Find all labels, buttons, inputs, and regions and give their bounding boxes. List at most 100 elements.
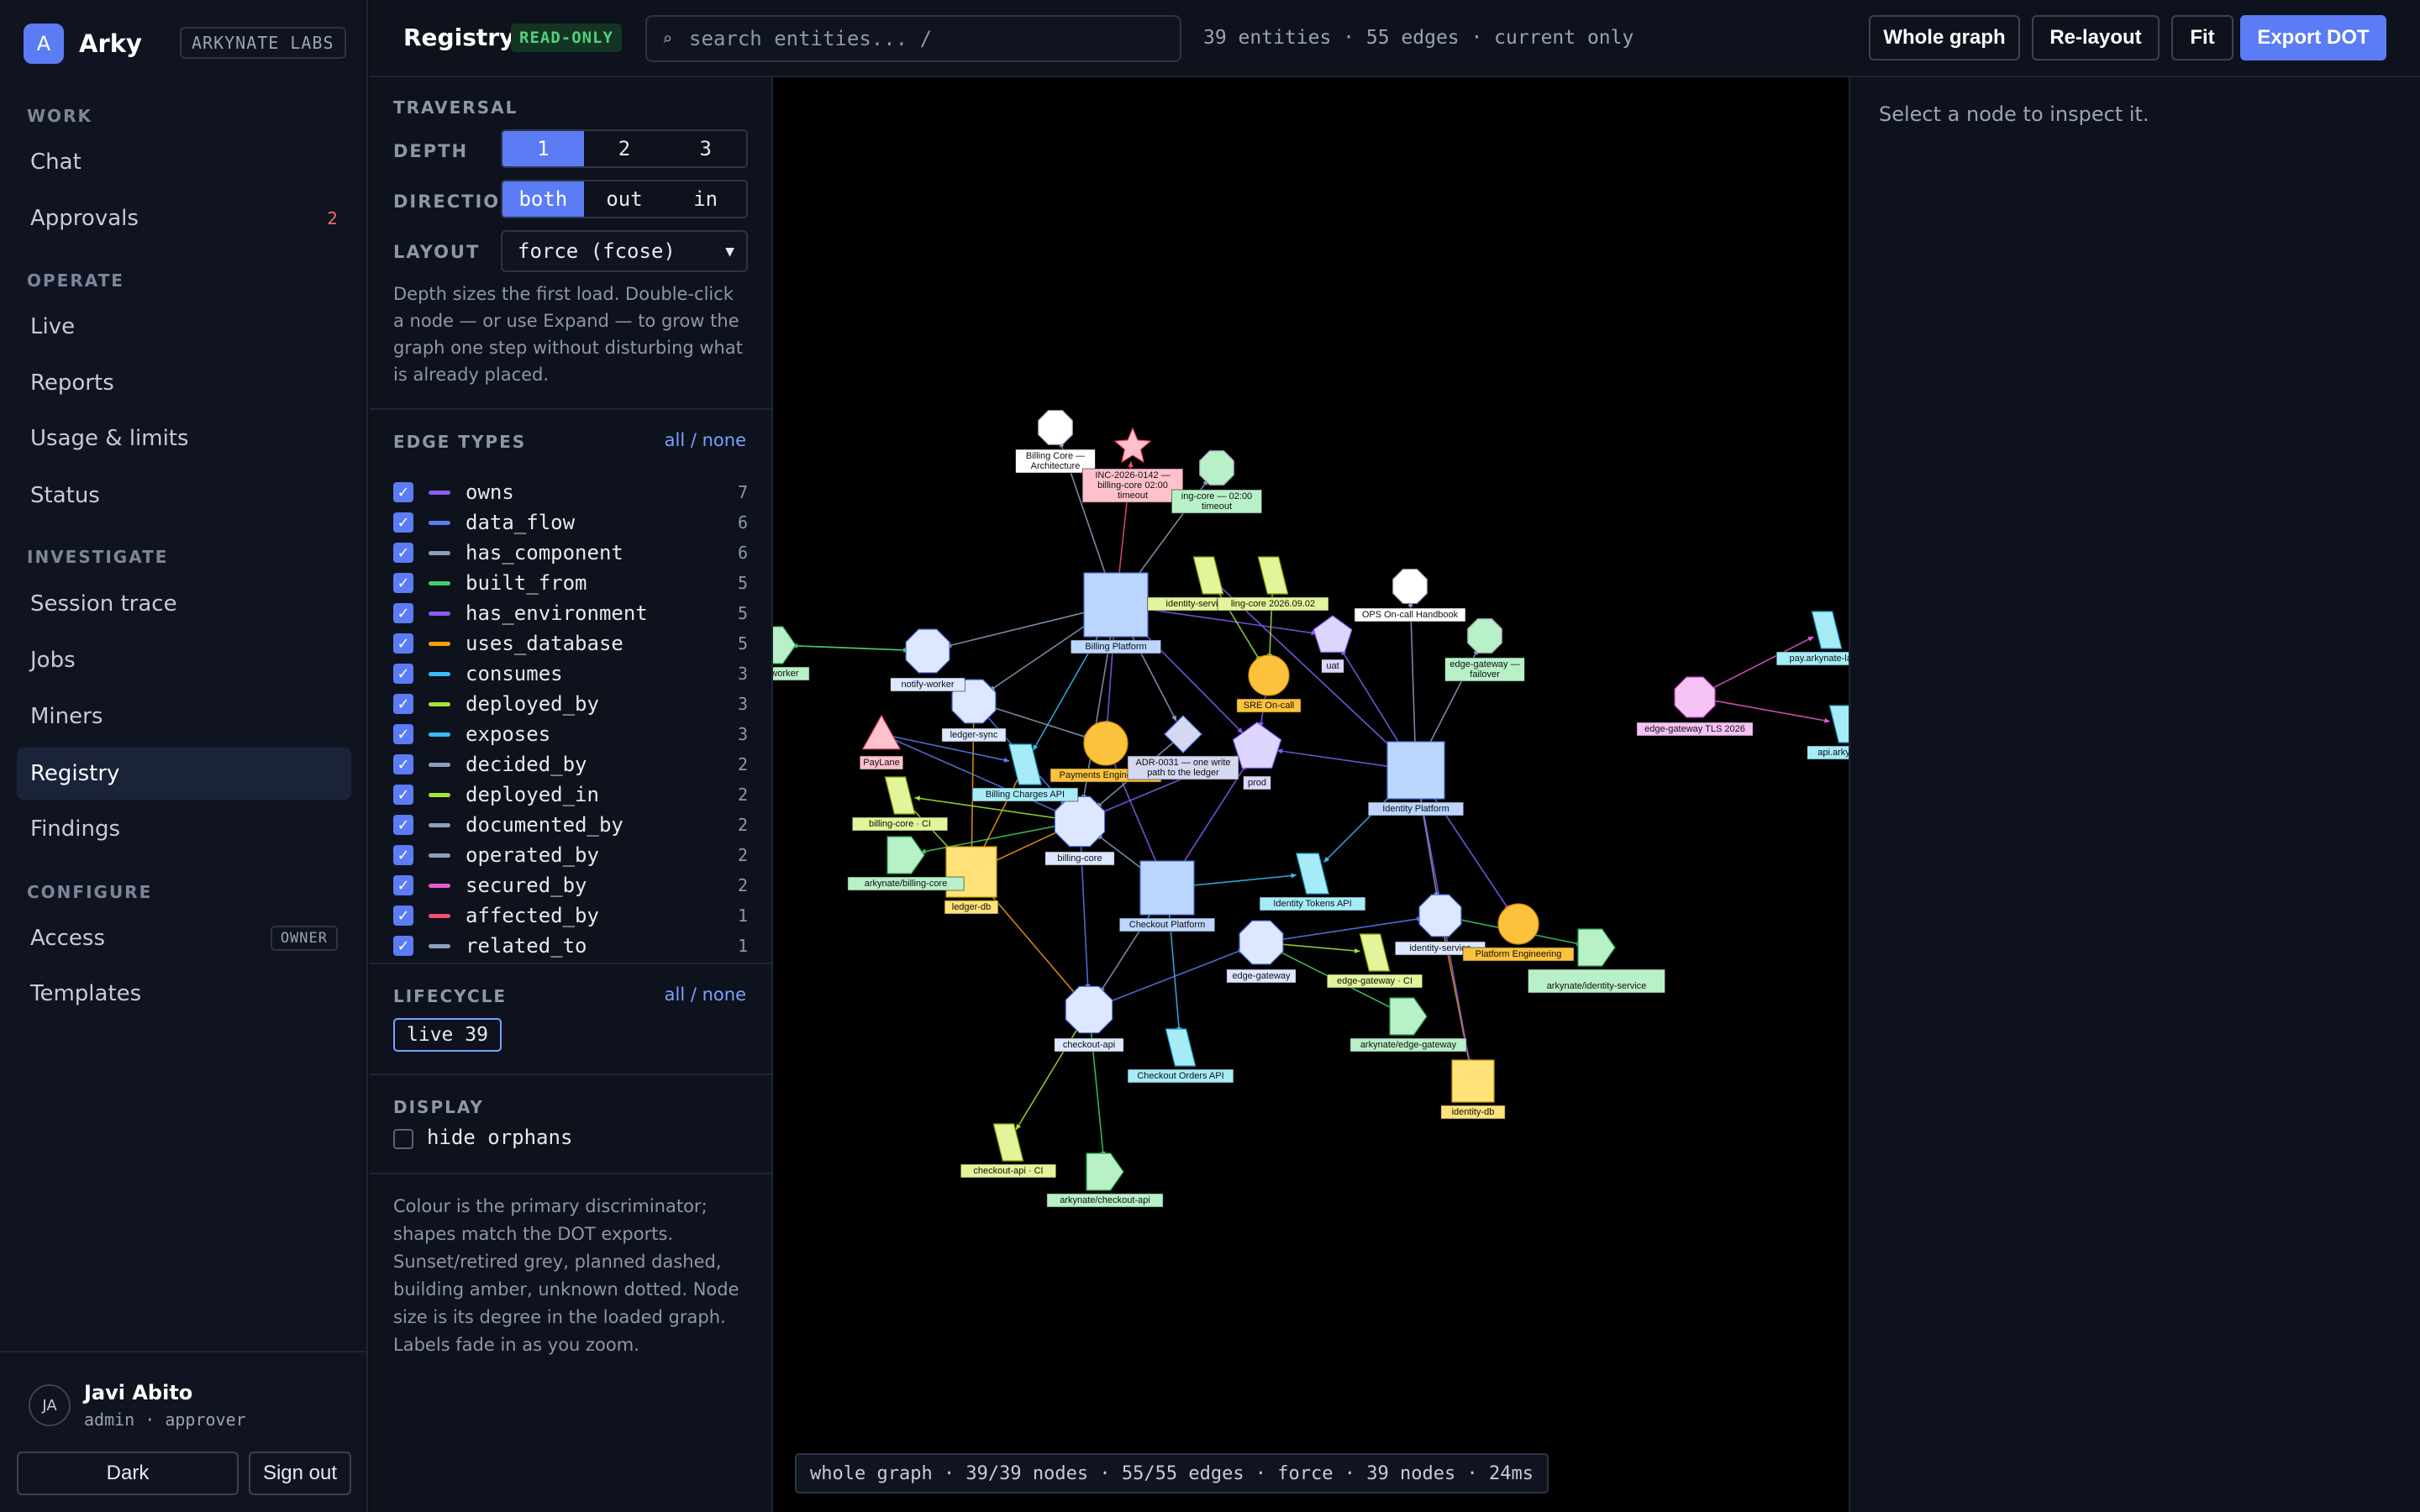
graph-node-repo-notify-worker[interactable] (773, 626, 797, 664)
edge-type-checkbox[interactable]: ✓ (393, 543, 413, 563)
nav-item-chat[interactable]: Chat (17, 136, 351, 188)
edge-type-checkbox[interactable]: ✓ (393, 845, 413, 865)
graph-node-api-host[interactable] (1828, 705, 1849, 743)
edge-type-consumes[interactable]: ✓ consumes 3 (393, 659, 748, 689)
edge-type-has-environment[interactable]: ✓ has_environment 5 (393, 598, 748, 628)
edge-type-checkbox[interactable]: ✓ (393, 906, 413, 926)
graph-node-checkout-platform[interactable] (1139, 860, 1195, 916)
edge-type-uses-database[interactable]: ✓ uses_database 5 (393, 628, 748, 659)
org-badge[interactable]: ARKYNATE LABS (180, 27, 346, 59)
layout-select[interactable]: force (fcose) ▼ (501, 230, 748, 272)
graph-node-checkout-orders-api[interactable] (1165, 1028, 1197, 1067)
graph-node-doc-billing-arch[interactable] (1038, 410, 1073, 445)
graph-node-tls-cert[interactable] (1674, 676, 1716, 718)
graph-node-billing-core[interactable] (1054, 795, 1106, 848)
search-input[interactable]: ⌕ search entities... / (645, 15, 1181, 62)
edge-type-checkbox[interactable]: ✓ (393, 875, 413, 895)
nav-item-findings[interactable]: Findings (17, 803, 351, 855)
edge-types-all-none-link[interactable]: all / none (665, 430, 746, 450)
avatar[interactable]: JA (29, 1384, 71, 1426)
edge-type-checkbox[interactable]: ✓ (393, 936, 413, 956)
nav-item-templates[interactable]: Templates (17, 968, 351, 1020)
edge-type-checkbox[interactable]: ✓ (393, 633, 413, 654)
direction-option-both[interactable]: both (502, 181, 584, 217)
direction-option-in[interactable]: in (665, 181, 746, 217)
direction-option-out[interactable]: out (584, 181, 666, 217)
edge-type-deployed-by[interactable]: ✓ deployed_by 3 (393, 689, 748, 719)
relayout-button[interactable]: Re-layout (2032, 15, 2160, 60)
depth-option-3[interactable]: 3 (665, 131, 746, 166)
graph-node-identity-service[interactable] (1418, 894, 1462, 937)
edge-type-decided-by[interactable]: ✓ decided_by 2 (393, 749, 748, 780)
nav-item-approvals[interactable]: Approvals 2 (17, 192, 351, 244)
graph-node-runbook-billing[interactable] (1199, 450, 1234, 486)
edge-type-secured-by[interactable]: ✓ secured_by 2 (393, 870, 748, 900)
graph-node-identity-db[interactable] (1451, 1059, 1495, 1103)
nav-item-session-trace[interactable]: Session trace (17, 578, 351, 630)
edge-type-checkbox[interactable]: ✓ (393, 603, 413, 623)
nav-item-jobs[interactable]: Jobs (17, 634, 351, 686)
graph-svg[interactable]: Billing Platform Identity Platform Checkou… (773, 77, 1849, 1512)
edge-type-owns[interactable]: ✓ owns 7 (393, 477, 748, 507)
graph-node-checkout-api[interactable] (1065, 985, 1113, 1034)
edge-type-checkbox[interactable]: ✓ (393, 694, 413, 714)
graph-node-runbook-edge[interactable] (1467, 618, 1502, 654)
edge-type-checkbox[interactable]: ✓ (393, 482, 413, 502)
graph-node-identity-tokens-api[interactable] (1296, 853, 1329, 895)
graph-node-edge-gateway[interactable] (1239, 920, 1284, 965)
graph-node-adr-0031[interactable] (1164, 715, 1202, 753)
graph-node-billing-core-ci[interactable] (884, 776, 916, 815)
edge-type-checkbox[interactable]: ✓ (393, 815, 413, 835)
graph-node-sre-oncall[interactable] (1248, 654, 1290, 696)
graph-node-repo-identity-service[interactable] (1577, 928, 1616, 967)
nav-item-reports[interactable]: Reports (17, 357, 351, 409)
graph-node-pay-host[interactable] (1811, 611, 1843, 649)
edge-type-exposes[interactable]: ✓ exposes 3 (393, 719, 748, 749)
nav-item-status[interactable]: Status (17, 470, 351, 522)
nav-item-access[interactable]: Access OWNER (17, 912, 351, 964)
depth-option-1[interactable]: 1 (502, 131, 584, 166)
edge-type-has-component[interactable]: ✓ has_component 6 (393, 538, 748, 568)
hide-orphans-label[interactable]: hide orphans (427, 1126, 572, 1149)
edge-type-operated-by[interactable]: ✓ operated_by 2 (393, 840, 748, 870)
export-dot-button[interactable]: Export DOT (2240, 15, 2386, 60)
graph-node-repo-checkout-api[interactable] (1086, 1152, 1124, 1191)
fit-button[interactable]: Fit (2171, 15, 2233, 60)
graph-node-billing-platform[interactable] (1083, 572, 1149, 638)
graph-node-checkout-api-ci[interactable] (992, 1123, 1024, 1162)
nav-item-registry[interactable]: Registry (17, 748, 351, 800)
graph-node-doc-ops-oncall[interactable] (1392, 569, 1428, 604)
edge-type-data-flow[interactable]: ✓ data_flow 6 (393, 507, 748, 538)
theme-toggle-button[interactable]: Dark (17, 1452, 239, 1495)
graph-node-identity-platform[interactable] (1386, 741, 1445, 800)
graph-node-release-billing[interactable] (1257, 556, 1289, 595)
edge-type-documented-by[interactable]: ✓ documented_by 2 (393, 810, 748, 840)
edge-type-checkbox[interactable]: ✓ (393, 754, 413, 774)
depth-option-2[interactable]: 2 (584, 131, 666, 166)
graph-node-billing-charges-api[interactable] (1008, 743, 1042, 785)
edge-type-built-from[interactable]: ✓ built_from 5 (393, 568, 748, 598)
graph-node-paylane[interactable] (861, 714, 902, 750)
edge-type-related-to[interactable]: ✓ related_to 1 (393, 931, 748, 961)
nav-item-live[interactable]: Live (17, 301, 351, 353)
graph-node-repo-edge-gateway[interactable] (1389, 997, 1428, 1036)
lifecycle-chip-live[interactable]: live 39 (393, 1018, 502, 1052)
edge-type-checkbox[interactable]: ✓ (393, 512, 413, 533)
edge-type-checkbox[interactable]: ✓ (393, 573, 413, 593)
graph-node-payments-eng[interactable] (1083, 721, 1128, 766)
graph-node-repo-billing-core[interactable] (886, 836, 925, 874)
nav-item-usage-limits[interactable]: Usage & limits (17, 412, 351, 465)
edge-type-deployed-in[interactable]: ✓ deployed_in 2 (393, 780, 748, 810)
lifecycle-all-none-link[interactable]: all / none (665, 984, 746, 1005)
edge-type-checkbox[interactable]: ✓ (393, 785, 413, 805)
sign-out-button[interactable]: Sign out (249, 1452, 351, 1495)
hide-orphans-checkbox[interactable] (393, 1129, 413, 1149)
brand[interactable]: A Arky (24, 24, 142, 64)
edge-type-checkbox[interactable]: ✓ (393, 664, 413, 684)
edge-type-affected-by[interactable]: ✓ affected_by 1 (393, 900, 748, 931)
graph-node-incident[interactable] (1113, 427, 1152, 464)
edge-type-checkbox[interactable]: ✓ (393, 724, 413, 744)
graph-canvas[interactable]: Billing Platform Identity Platform Checkou… (773, 77, 1849, 1512)
graph-node-edge-gateway-ci[interactable] (1359, 933, 1391, 972)
graph-node-release-identity[interactable] (1192, 556, 1224, 595)
